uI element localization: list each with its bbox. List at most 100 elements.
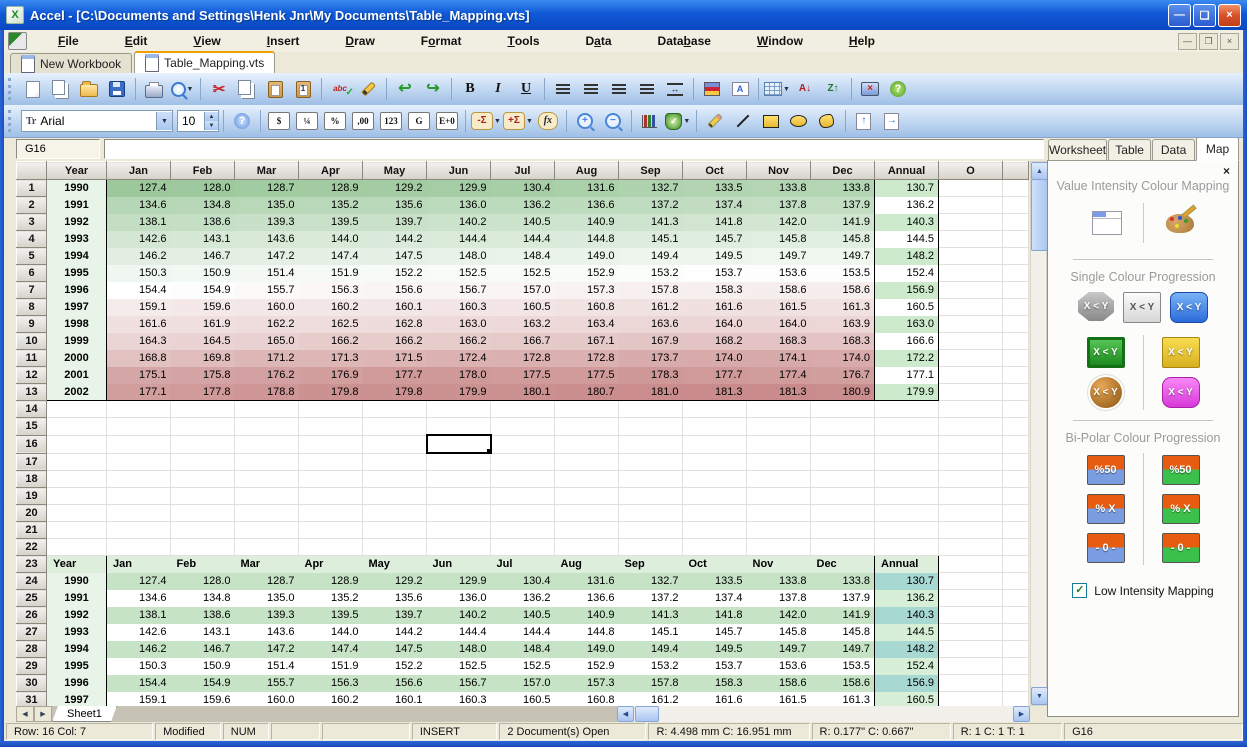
sheet-prev-icon[interactable]: ◀ bbox=[16, 706, 34, 722]
row-header[interactable]: 17 bbox=[17, 453, 47, 471]
justify-icon[interactable] bbox=[633, 76, 661, 102]
cell[interactable] bbox=[235, 539, 299, 556]
cell[interactable] bbox=[47, 488, 107, 505]
cell[interactable] bbox=[427, 418, 491, 436]
cell[interactable] bbox=[619, 505, 683, 522]
cell[interactable]: 145.8 bbox=[811, 231, 875, 248]
cell[interactable] bbox=[107, 488, 171, 505]
column-header[interactable] bbox=[1003, 162, 1029, 180]
row-header[interactable]: 22 bbox=[17, 539, 47, 556]
cell[interactable] bbox=[1003, 367, 1029, 384]
cell[interactable]: 144.2 bbox=[363, 231, 427, 248]
save-icon[interactable] bbox=[103, 76, 131, 102]
cell[interactable]: 158.6 bbox=[811, 675, 875, 692]
cell[interactable]: 128.9 bbox=[299, 180, 363, 197]
cell[interactable]: 135.6 bbox=[363, 197, 427, 214]
cell[interactable]: 156.3 bbox=[299, 282, 363, 299]
cell[interactable] bbox=[363, 539, 427, 556]
cell[interactable]: 144.4 bbox=[491, 624, 555, 641]
cell[interactable] bbox=[235, 522, 299, 539]
cell[interactable]: 175.8 bbox=[171, 367, 235, 384]
cell[interactable]: 177.7 bbox=[683, 367, 747, 384]
cell[interactable] bbox=[363, 418, 427, 436]
cell[interactable] bbox=[299, 522, 363, 539]
cell[interactable] bbox=[235, 453, 299, 471]
row-header[interactable]: 13 bbox=[17, 384, 47, 401]
mdi-restore-button[interactable]: ❐ bbox=[1199, 33, 1218, 50]
cell[interactable] bbox=[427, 505, 491, 522]
cell[interactable]: 156.7 bbox=[427, 282, 491, 299]
single-green-square-button[interactable]: X < Y bbox=[1087, 337, 1125, 368]
whats-this-icon[interactable]: ? bbox=[228, 108, 256, 134]
subtract-sum-icon[interactable]: -Σ▼ bbox=[470, 108, 502, 134]
cell[interactable] bbox=[747, 488, 811, 505]
row-header[interactable]: 5 bbox=[17, 248, 47, 265]
cell[interactable] bbox=[427, 488, 491, 505]
bold-button[interactable]: B bbox=[456, 76, 484, 102]
cell[interactable]: 176.7 bbox=[811, 367, 875, 384]
cell[interactable] bbox=[555, 435, 619, 453]
copy-icon[interactable] bbox=[233, 76, 261, 102]
cell[interactable]: 127.4 bbox=[107, 573, 171, 590]
cell[interactable]: 149.0 bbox=[555, 248, 619, 265]
cell[interactable] bbox=[171, 539, 235, 556]
italic-button[interactable]: I bbox=[484, 76, 512, 102]
cell[interactable]: 140.2 bbox=[427, 607, 491, 624]
cell[interactable]: 156.9 bbox=[875, 282, 939, 299]
cell[interactable] bbox=[1003, 265, 1029, 282]
align-center-icon[interactable] bbox=[577, 76, 605, 102]
cell[interactable] bbox=[875, 418, 939, 436]
cell[interactable]: 153.5 bbox=[811, 265, 875, 282]
vertical-scrollbar[interactable]: ▲ ▼ bbox=[1030, 161, 1047, 706]
cell[interactable]: 163.4 bbox=[555, 316, 619, 333]
cell[interactable]: 144.2 bbox=[363, 624, 427, 641]
font-dropdown-icon[interactable]: ▼ bbox=[156, 112, 172, 130]
cell[interactable] bbox=[555, 401, 619, 418]
cell[interactable] bbox=[491, 539, 555, 556]
cell[interactable]: 131.6 bbox=[555, 573, 619, 590]
cell[interactable]: 177.1 bbox=[107, 384, 171, 401]
vertical-scroll-thumb[interactable] bbox=[1031, 179, 1048, 251]
cell[interactable]: 135.2 bbox=[299, 197, 363, 214]
cell[interactable]: 152.5 bbox=[491, 265, 555, 282]
cell[interactable]: 145.7 bbox=[683, 624, 747, 641]
cell[interactable] bbox=[619, 435, 683, 453]
doc-tab-new-workbook[interactable]: New Workbook bbox=[10, 53, 132, 73]
row-header[interactable]: 25 bbox=[17, 590, 47, 607]
row-header[interactable]: 4 bbox=[17, 231, 47, 248]
cell[interactable]: 130.7 bbox=[875, 573, 939, 590]
cell[interactable] bbox=[427, 539, 491, 556]
cell[interactable] bbox=[811, 505, 875, 522]
cell[interactable]: 1993 bbox=[47, 624, 107, 641]
align-left-icon[interactable] bbox=[549, 76, 577, 102]
row-header[interactable]: 3 bbox=[17, 214, 47, 231]
mdi-minimize-button[interactable]: — bbox=[1178, 33, 1197, 50]
cell[interactable]: Aug bbox=[555, 556, 619, 573]
general-format-icon[interactable]: G bbox=[405, 108, 433, 134]
font-size-input[interactable]: 10▲▼ bbox=[177, 110, 219, 132]
cell[interactable]: 1999 bbox=[47, 333, 107, 350]
menu-tools[interactable]: Tools bbox=[484, 30, 562, 52]
cell[interactable]: 169.8 bbox=[171, 350, 235, 367]
menu-format[interactable]: Format bbox=[398, 30, 485, 52]
cell[interactable] bbox=[555, 505, 619, 522]
menu-file[interactable]: File bbox=[35, 30, 102, 52]
cell[interactable]: 144.0 bbox=[299, 231, 363, 248]
scroll-left-icon[interactable]: ◀ bbox=[617, 706, 634, 722]
cell[interactable]: 1993 bbox=[47, 231, 107, 248]
zoom-out-icon[interactable]: − bbox=[599, 108, 627, 134]
cell[interactable] bbox=[747, 453, 811, 471]
cell[interactable]: 137.2 bbox=[619, 197, 683, 214]
cell[interactable] bbox=[1003, 556, 1029, 573]
cell[interactable] bbox=[491, 435, 555, 453]
cell[interactable]: 146.7 bbox=[171, 641, 235, 658]
cell[interactable]: Feb bbox=[171, 556, 235, 573]
cell[interactable]: Sep bbox=[619, 556, 683, 573]
cell[interactable]: 137.8 bbox=[747, 197, 811, 214]
export-next-icon[interactable]: → bbox=[878, 108, 906, 134]
cell[interactable]: 177.5 bbox=[491, 367, 555, 384]
currency-format-icon[interactable]: $ bbox=[265, 108, 293, 134]
cell[interactable] bbox=[1003, 214, 1029, 231]
cell[interactable]: Nov bbox=[747, 556, 811, 573]
cell[interactable] bbox=[683, 488, 747, 505]
